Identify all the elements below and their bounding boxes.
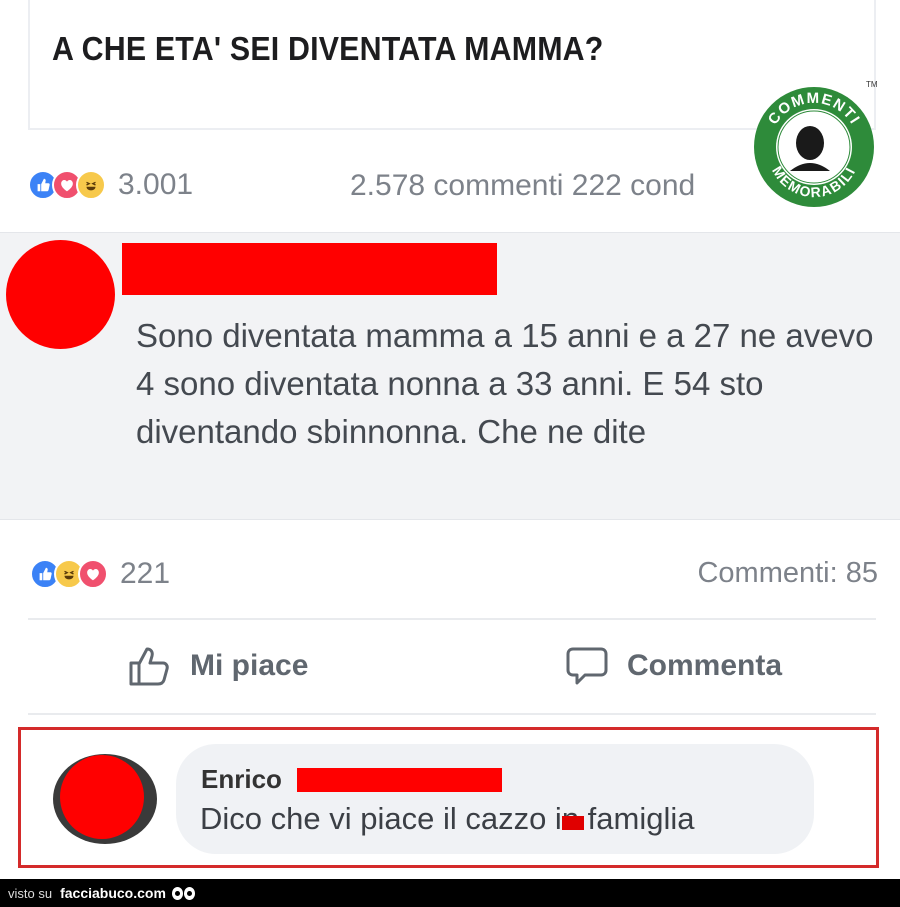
commenter-name-redacted xyxy=(122,243,497,295)
eyes-icon xyxy=(171,886,196,900)
footer-seen-on: visto su xyxy=(8,885,53,901)
post-reactions[interactable]: 3.001 xyxy=(28,168,193,202)
reply-author-name[interactable]: Enrico xyxy=(201,764,282,795)
reply-avatar[interactable] xyxy=(60,755,144,839)
reply-text: Dico che vi piace il cazzo in famiglia xyxy=(200,801,695,836)
thumbs-up-icon xyxy=(129,647,169,686)
like-label: Mi piace xyxy=(190,649,309,682)
love-reaction-icon xyxy=(78,559,108,589)
comment-label: Commenta xyxy=(627,649,783,682)
reply-censor-mark xyxy=(562,816,584,830)
commenti-memorabili-logo: COMMENTI MEMORABILI TM xyxy=(754,80,878,207)
question-card: A CHE ETA' SEI DIVENTATA MAMMA? xyxy=(28,0,876,130)
reply-surname-redacted xyxy=(297,768,502,792)
footer-site-link[interactable]: facciabuco.com xyxy=(60,885,166,901)
reply-bubble xyxy=(176,744,814,854)
svg-text:TM: TM xyxy=(866,80,878,89)
comment-text: Sono diventata mamma a 15 anni e a 27 ne… xyxy=(136,317,874,450)
divider xyxy=(28,713,876,715)
comment-reactions[interactable]: 221 xyxy=(30,557,170,591)
haha-reaction-icon xyxy=(76,170,106,200)
divider xyxy=(28,618,876,620)
comments-shares-count[interactable]: 2.578 commenti 222 cond xyxy=(350,169,695,203)
comment-reactions-count: 221 xyxy=(120,557,171,590)
speech-bubble-icon xyxy=(566,647,608,685)
commenter-avatar[interactable] xyxy=(6,240,115,349)
comment-button[interactable]: Commenta xyxy=(565,645,782,687)
like-button[interactable]: Mi piace xyxy=(128,645,308,687)
comment-replies-count[interactable]: Commenti: 85 xyxy=(697,557,878,590)
question-title: A CHE ETA' SEI DIVENTATA MAMMA? xyxy=(52,30,604,67)
footer-bar: visto su facciabuco.com xyxy=(0,879,900,907)
reactions-count: 3.001 xyxy=(118,168,194,201)
